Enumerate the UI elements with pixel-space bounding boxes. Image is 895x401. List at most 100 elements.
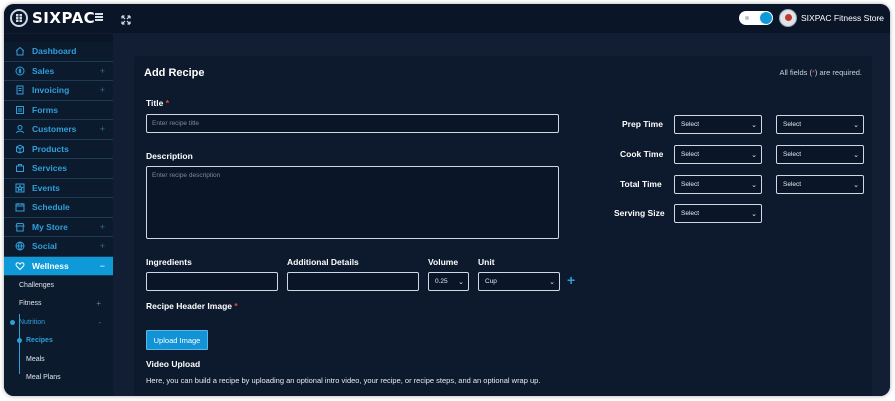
submenu-item-recipes[interactable]: Recipes <box>4 332 113 351</box>
chevron-down-icon: ⌄ <box>751 151 757 159</box>
sun-icon <box>745 16 749 20</box>
submenu-item-meals[interactable]: Meals <box>4 350 113 369</box>
prep-time-hours-select[interactable]: Select ⌄ <box>674 115 762 134</box>
sidebar-item-label: Sales <box>32 65 55 76</box>
select-value: Select <box>681 210 700 217</box>
sidebar-item-label: Social <box>32 241 58 252</box>
avatar[interactable] <box>779 9 797 27</box>
expand-plus-icon[interactable]: + <box>100 222 105 232</box>
select-value: Select <box>681 121 700 128</box>
sidebar-item-invoicing[interactable]: Invoicing + <box>4 81 113 101</box>
title-input[interactable]: Enter recipe title <box>146 114 559 133</box>
calendar-icon <box>14 202 26 212</box>
sidebar-item-dashboard[interactable]: Dashboard <box>4 42 113 62</box>
expand-plus-icon[interactable]: + <box>100 85 105 95</box>
logo-text: SIXPAC <box>32 9 96 27</box>
chevron-down-icon: ⌄ <box>751 181 757 189</box>
sidebar-item-forms[interactable]: Forms <box>4 101 113 120</box>
cook-time-hours-select[interactable]: Select ⌄ <box>674 145 762 164</box>
prep-time-minutes-select[interactable]: Select ⌄ <box>776 115 864 134</box>
select-value: 0.25 <box>435 278 448 285</box>
home-icon <box>14 46 26 56</box>
chevron-down-icon: ⌄ <box>751 210 757 218</box>
volume-label: Volume <box>428 257 459 267</box>
chevron-down-icon: ⌄ <box>751 121 757 129</box>
sidebar-item-products[interactable]: Products <box>4 140 113 159</box>
logo[interactable]: SIXPAC <box>10 9 95 27</box>
sidebar-item-my-store[interactable]: My Store + <box>4 218 113 237</box>
sidebar-item-social[interactable]: Social + <box>4 237 113 257</box>
cook-time-minutes-select[interactable]: Select ⌄ <box>776 145 864 164</box>
expand-plus-icon[interactable]: + <box>100 124 105 134</box>
chevron-down-icon[interactable]: ⌄ <box>877 13 884 22</box>
select-value: Select <box>783 121 802 128</box>
ingredients-input[interactable] <box>146 272 278 291</box>
label-text: Recipe Header Image <box>146 301 232 311</box>
wellness-submenu: Challenges Fitness + Nutrition - Recipes… <box>4 276 113 387</box>
select-value: Select <box>783 181 802 188</box>
sidebar-item-customers[interactable]: Customers + <box>4 120 113 140</box>
unit-select[interactable]: Cup ⌄ <box>478 272 560 291</box>
store-name[interactable]: SIXPAC Fitness Store <box>801 13 884 23</box>
sidebar-item-wellness[interactable]: Wellness − <box>4 256 113 276</box>
hamburger-menu-icon[interactable] <box>95 13 103 21</box>
label-text: Title <box>146 98 164 108</box>
sidebar-item-label: Dashboard <box>32 46 77 57</box>
sidebar-item-services[interactable]: Services <box>4 159 113 179</box>
upload-image-button[interactable]: Upload Image <box>146 330 208 350</box>
sidebar-item-schedule[interactable]: Schedule <box>4 198 113 218</box>
expand-plus-icon[interactable]: + <box>100 241 105 251</box>
total-time-minutes-select[interactable]: Select ⌄ <box>776 175 864 194</box>
theme-toggle[interactable] <box>739 11 773 25</box>
active-dot-icon <box>10 320 15 325</box>
serving-size-select[interactable]: Select ⌄ <box>674 204 762 223</box>
app-window: SIXPAC SIXPAC Fitness Store ⌄ Dashboard … <box>4 4 890 396</box>
logo-mark-icon <box>10 9 28 27</box>
header-image-label: Recipe Header Image * <box>146 301 238 311</box>
sidebar-item-label: Schedule <box>32 202 70 213</box>
chevron-down-icon: ⌄ <box>853 121 859 129</box>
add-ingredient-button[interactable]: + <box>567 272 575 288</box>
required-star: * <box>234 301 238 311</box>
chevron-down-icon: ⌄ <box>549 278 555 286</box>
chevron-down-icon: ⌄ <box>458 278 464 286</box>
video-upload-label: Video Upload <box>146 359 201 369</box>
additional-details-input[interactable] <box>287 272 419 291</box>
submenu-item-challenges[interactable]: Challenges <box>4 276 113 295</box>
sidebar-item-label: Products <box>32 143 69 154</box>
sidebar-item-label: Forms <box>32 104 58 115</box>
fullscreen-icon[interactable] <box>121 12 131 30</box>
submenu-item-fitness[interactable]: Fitness + <box>4 295 113 314</box>
collapse-minus-icon[interactable]: - <box>98 318 101 327</box>
expand-plus-icon[interactable]: + <box>100 66 105 76</box>
submenu-label: Meals <box>26 355 45 363</box>
total-time-hours-select[interactable]: Select ⌄ <box>674 175 762 194</box>
total-time-label: Total Time <box>620 179 662 189</box>
submenu-label: Nutrition <box>19 318 46 326</box>
serving-size-label: Serving Size <box>614 208 665 218</box>
sidebar-item-label: Events <box>32 182 60 193</box>
moon-icon <box>760 12 772 24</box>
required-note-suffix: ) are required. <box>814 68 862 77</box>
unit-label: Unit <box>478 257 495 267</box>
description-label: Description <box>146 151 193 161</box>
description-textarea[interactable]: Enter recipe description <box>146 166 559 239</box>
sidebar-item-label: Customers <box>32 124 77 135</box>
services-icon <box>14 163 26 173</box>
select-value: Cup <box>485 278 497 285</box>
expand-plus-icon[interactable]: + <box>96 299 101 308</box>
submenu-item-nutrition[interactable]: Nutrition - <box>4 313 113 332</box>
heart-icon <box>14 261 26 271</box>
page-title: Add Recipe <box>144 67 205 79</box>
required-note: All fields (*) are required. <box>779 68 862 77</box>
chevron-down-icon: ⌄ <box>853 151 859 159</box>
volume-select[interactable]: 0.25 ⌄ <box>428 272 469 291</box>
collapse-minus-icon[interactable]: − <box>100 261 105 271</box>
dollar-icon <box>14 66 26 76</box>
title-label: Title * <box>146 98 169 108</box>
submenu-label: Recipes <box>26 337 53 345</box>
sidebar-item-sales[interactable]: Sales + <box>4 62 113 81</box>
select-value: Select <box>681 151 700 158</box>
sidebar-item-events[interactable]: Events <box>4 179 113 198</box>
submenu-item-meal-plans[interactable]: Meal Plans <box>4 369 113 388</box>
